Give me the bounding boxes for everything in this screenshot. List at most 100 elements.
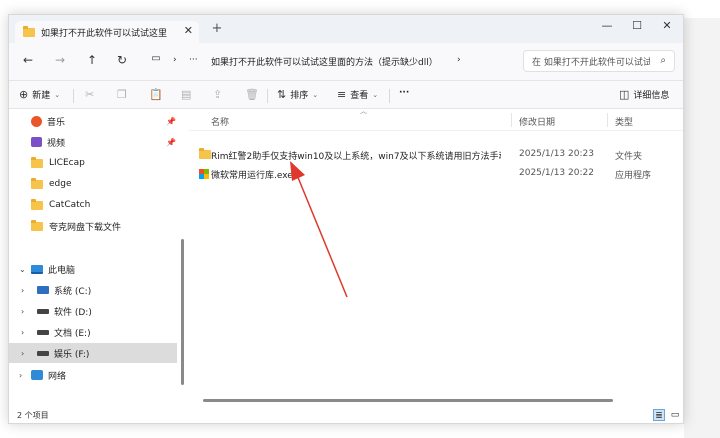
horizontal-scrollbar[interactable] [203,399,613,402]
sidebar-item-edge[interactable]: edge [9,174,177,194]
computer-icon [31,264,43,274]
maximize-button[interactable]: ☐ [627,19,647,32]
sidebar-item-music[interactable]: 音乐 📌 [9,111,177,131]
network-icon [31,370,43,380]
details-view-icon[interactable]: ≣ [653,409,665,421]
back-button[interactable]: ← [19,53,37,67]
sidebar-item-label: 娱乐 (F:) [54,349,90,360]
folder-icon [23,25,35,37]
system-drive-icon [37,286,49,294]
rename-icon[interactable]: ▤ [181,88,191,101]
title-bar: 如果打不开此软件可以试试这里 ✕ + — ☐ ✕ [9,15,683,43]
sort-indicator-icon: ︿ [360,107,367,115]
more-options-button[interactable]: ··· [399,88,409,98]
close-tab-icon[interactable]: ✕ [184,24,193,37]
folder-icon [199,148,211,159]
chevron-right-icon[interactable]: › [21,307,24,316]
sidebar-item-catcatch[interactable]: CatCatch [9,195,177,215]
new-label: 新建 [32,91,51,101]
column-header-modified[interactable]: 修改日期 [519,115,555,128]
sidebar-item-drive-c[interactable]: › 系统 (C:) [9,280,177,300]
file-modified: 2025/1/13 20:23 [519,149,594,159]
chevron-right-icon[interactable]: › [21,328,24,337]
sidebar-item-this-pc[interactable]: ⌄ 此电脑 [9,259,177,279]
chevron-right-icon[interactable]: › [21,286,24,295]
pin-icon[interactable]: 📌 [166,138,176,147]
chevron-down-icon[interactable]: ⌄ [19,265,26,274]
details-pane-icon: ◫ [619,88,630,101]
cut-icon[interactable]: ✂ [85,88,94,101]
sidebar-scrollbar[interactable] [181,239,184,385]
exe-icon [199,169,209,182]
chevron-down-icon: ⌄ [372,90,379,99]
close-window-button[interactable]: ✕ [657,19,677,32]
toolbar-divider [389,89,390,103]
refresh-button[interactable]: ↻ [113,53,131,67]
chevron-down-icon: ⌄ [312,90,319,99]
music-icon [31,115,42,127]
sidebar-item-label: 软件 (D:) [54,307,92,318]
chevron-right-icon[interactable]: › [19,371,22,380]
sidebar-item-videos[interactable]: 视频 📌 [9,132,177,152]
sort-icon: ⇅ [277,88,287,101]
sort-button[interactable]: ⇅ 排序 ⌄ [277,88,318,101]
sidebar-item-label: edge [49,179,72,189]
column-header-row: ︿ 名称 修改日期 类型 [189,107,683,131]
file-row[interactable]: Rim红警2助手仅支持win10及以上系统，win7及以下系统请用旧方法手动操作… [199,145,683,163]
breadcrumb-more-button[interactable]: ··· [189,55,198,65]
minimize-button[interactable]: — [597,19,617,32]
sidebar-item-drive-d[interactable]: › 软件 (D:) [9,301,177,321]
forward-button[interactable]: → [51,53,69,67]
view-button[interactable]: ≡ 查看 ⌄ [337,88,378,101]
file-explorer-window: 如果打不开此软件可以试试这里 ✕ + — ☐ ✕ ← → ↑ ↻ ▭ › ···… [8,14,684,424]
sidebar-item-label: 网络 [48,371,67,382]
file-name: Rim红警2助手仅支持win10及以上系统，win7及以下系统请用旧方法手动操作 [211,152,501,162]
address-bar: ← → ↑ ↻ ▭ › ··· 如果打不开此软件可以试试这里面的方法（提示缺少d… [9,43,683,81]
add-tab-button[interactable]: + [209,21,225,36]
file-modified: 2025/1/13 20:22 [519,168,594,178]
up-button[interactable]: ↑ [83,53,101,67]
column-header-name[interactable]: 名称 [211,115,229,128]
sidebar-item-drive-f[interactable]: › 娱乐 (F:) [9,343,177,363]
sidebar-item-label: 视频 [47,138,66,149]
breadcrumb-current-folder[interactable]: 如果打不开此软件可以试试这里面的方法（提示缺少dll） [211,55,438,68]
status-bar: 2 个项目 ≣ ▭ [9,405,683,423]
pin-icon[interactable]: 📌 [166,117,176,126]
column-divider[interactable] [607,113,608,127]
chevron-down-icon: ⌄ [54,90,61,99]
column-divider[interactable] [511,113,512,127]
background-window-strip [684,18,720,438]
drive-icon [37,308,49,314]
tab-title: 如果打不开此软件可以试试这里 [41,28,168,39]
folder-icon [31,219,43,231]
video-icon [31,137,42,147]
details-label: 详细信息 [633,91,670,101]
breadcrumb-chevron-icon[interactable]: › [457,55,461,65]
sidebar-item-label: CatCatch [49,200,91,210]
search-input[interactable]: 在 如果打不开此软件可以试试这里 ⌕ [523,50,675,72]
paste-icon[interactable]: 📋 [149,88,163,101]
column-header-type[interactable]: 类型 [615,115,633,128]
folder-icon [31,156,43,168]
details-pane-button[interactable]: ◫ 详细信息 [619,88,669,101]
sidebar-item-label: 此电脑 [48,265,76,276]
explorer-tab[interactable]: 如果打不开此软件可以试试这里 ✕ [15,21,199,43]
file-name: 微软常用运行库.exe [211,171,293,181]
sidebar-item-licecap[interactable]: LICEcap [9,153,177,173]
sidebar-item-drive-e[interactable]: › 文档 (E:) [9,322,177,342]
toolbar-divider [73,89,74,103]
copy-icon[interactable]: ❐ [117,88,127,101]
drive-icon [37,350,49,356]
monitor-icon[interactable]: ▭ [147,53,165,64]
share-icon[interactable]: ⇪ [213,88,222,101]
new-button[interactable]: ⊕ 新建 ⌄ [19,88,60,101]
sidebar-item-network[interactable]: › 网络 [9,365,177,385]
folder-icon [31,198,43,210]
tiles-view-icon[interactable]: ▭ [669,409,681,421]
chevron-right-icon[interactable]: › [21,349,24,358]
sidebar-item-label: 文档 (E:) [54,328,91,339]
delete-icon[interactable]: 🗑 [245,88,259,101]
search-icon[interactable]: ⌕ [660,55,666,66]
file-row[interactable]: 微软常用运行库.exe 2025/1/13 20:22 应用程序 [199,164,683,182]
sidebar-item-quark-downloads[interactable]: 夸克网盘下载文件 [9,216,177,236]
